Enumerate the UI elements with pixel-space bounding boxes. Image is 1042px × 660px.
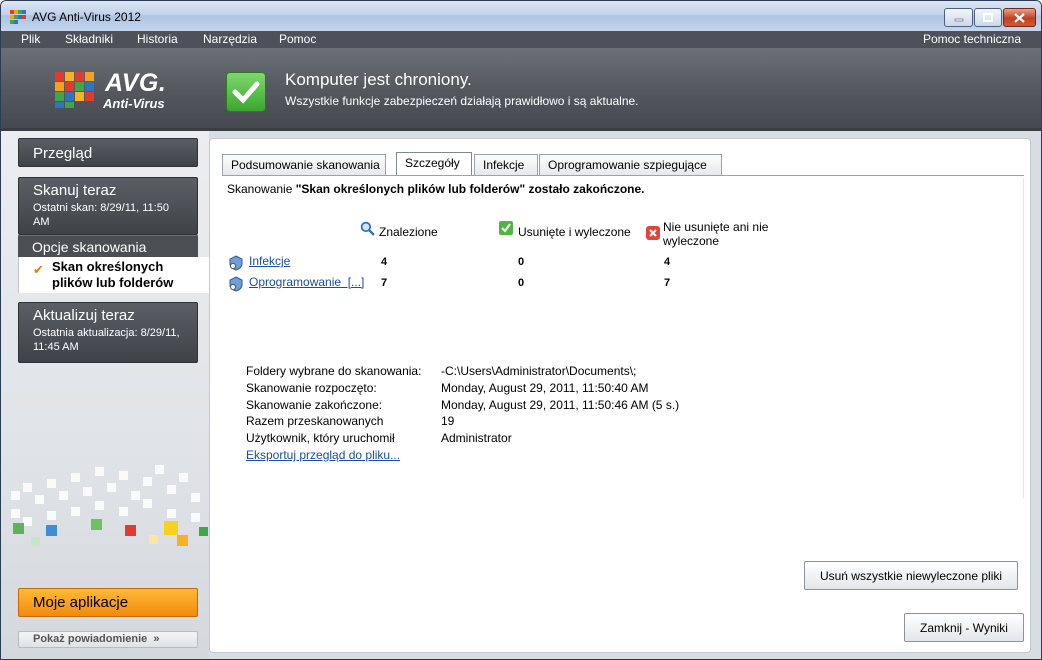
spyware-found: 7 <box>381 277 388 289</box>
scan-message-name: "Skan określonych plików lub folderów" z… <box>295 182 645 196</box>
protected-check-icon <box>226 72 266 112</box>
minimize-icon <box>954 18 963 21</box>
show-notification-toggle[interactable]: Pokaż powiadomienie » <box>18 631 198 648</box>
column-found-label: Znalezione <box>379 225 438 239</box>
menu-item-narzedzia[interactable]: Narzędzia <box>203 32 257 46</box>
decorative-tiles <box>11 465 208 546</box>
column-not-removed-label: Nie usunięte ani nie wyleczone <box>663 220 769 248</box>
folders-label: Foldery wybrane do skanowania: <box>246 364 422 378</box>
sidebar-item-update-now[interactable]: Aktualizuj teraz Ostatnia aktualizacja: … <box>18 302 198 363</box>
sidebar-item-scan-selected-files[interactable]: ✔ Skan określonych plików lub folderów <box>18 257 209 293</box>
scan-message-prefix: Skanowanie <box>227 182 296 196</box>
spyware-link[interactable]: Oprogramowanie [...] <box>249 275 364 289</box>
tab-underline <box>222 175 1024 176</box>
title-bar: AVG Anti-Virus 2012 <box>1 1 1041 31</box>
maximize-icon <box>983 13 993 22</box>
folders-value: -C:\Users\Administrator\Documents\; <box>441 364 637 378</box>
window-title: AVG Anti-Virus 2012 <box>32 10 141 24</box>
menu-item-plik[interactable]: Plik <box>21 32 40 46</box>
selected-scan-label: Skan określonych plików lub folderów <box>52 259 174 290</box>
green-check-icon <box>499 221 513 235</box>
menu-item-skladniki[interactable]: Składniki <box>65 32 113 46</box>
logo-text: AVG. <box>105 69 167 97</box>
spyware-icon <box>229 276 243 292</box>
remove-uncured-button[interactable]: Usuń wszystkie niewyleczone pliki <box>804 561 1018 590</box>
red-x-icon <box>646 226 660 240</box>
total-label: Razem przeskanowanych <box>246 414 384 428</box>
infections-not-removed: 4 <box>664 256 671 268</box>
magnifier-icon <box>360 221 375 236</box>
spyware-removed: 0 <box>518 277 525 289</box>
tab-scan-summary[interactable]: Podsumowanie skanowania <box>222 154 386 175</box>
tab-details[interactable]: Szczegóły <box>396 152 472 175</box>
show-notification-label: Pokaż powiadomienie <box>33 633 148 645</box>
export-summary-link[interactable]: Eksportuj przegląd do pliku... <box>246 447 400 464</box>
scan-now-label: Skanuj teraz <box>33 182 117 199</box>
last-update-text: Ostatnia aktualizacja: 8/29/11, 11:45 AM <box>33 327 180 353</box>
tab-spyware[interactable]: Oprogramowanie szpiegujące <box>539 154 722 175</box>
checkmark-icon: ✔ <box>33 262 44 277</box>
column-removed-label: Usunięte i wyleczone <box>518 225 631 239</box>
last-scan-text: Ostatni skan: 8/29/11, 11:50 AM <box>33 202 169 228</box>
close-icon <box>1014 12 1025 23</box>
close-window-button[interactable] <box>1003 8 1036 27</box>
infections-removed: 0 <box>518 256 525 268</box>
panel-edge <box>1023 179 1024 499</box>
infection-icon <box>229 255 243 271</box>
started-label: Skanowanie rozpoczęto: <box>246 381 377 395</box>
app-window: AVG Anti-Virus 2012 Plik Składniki Histo… <box>0 0 1042 660</box>
minimize-button[interactable] <box>944 8 973 27</box>
header-banner: AVG. Anti-Virus Komputer jest chroniony.… <box>1 48 1041 131</box>
spyware-not-removed: 7 <box>664 277 671 289</box>
status-subtitle: Wszystkie funkcje zabezpieczeń działają … <box>285 94 639 108</box>
menu-item-pomoc[interactable]: Pomoc <box>279 32 316 46</box>
sidebar: Przegląd Skanuj teraz Ostatni skan: 8/29… <box>1 131 209 659</box>
support-link[interactable]: Pomoc techniczna <box>923 32 1021 46</box>
avg-app-icon <box>10 10 26 24</box>
sidebar-item-overview[interactable]: Przegląd <box>18 138 198 167</box>
avg-logo-mark <box>55 72 94 108</box>
menu-bar: Plik Składniki Historia Narzędzia Pomoc … <box>1 31 1041 48</box>
chevron-down-icon: » <box>153 633 160 645</box>
finished-label: Skanowanie zakończone: <box>246 398 383 412</box>
infections-found: 4 <box>381 256 388 268</box>
close-results-button[interactable]: Zamknij - Wyniki <box>904 613 1024 642</box>
avg-logo: AVG. Anti-Virus <box>53 69 173 116</box>
started-value: Monday, August 29, 2011, 11:50:40 AM <box>441 381 649 395</box>
sidebar-item-scan-now[interactable]: Skanuj teraz Ostatni skan: 8/29/11, 11:5… <box>18 177 198 235</box>
scan-completed-message: Skanowanie "Skan określonych plików lub … <box>227 182 645 196</box>
total-value: 19 <box>441 414 455 428</box>
maximize-button[interactable] <box>974 8 1002 27</box>
update-now-label: Aktualizuj teraz <box>33 307 135 324</box>
logo-subtext: Anti-Virus <box>103 96 165 111</box>
my-apps-button[interactable]: Moje aplikacje <box>18 588 198 617</box>
tab-infections[interactable]: Infekcje <box>474 154 538 175</box>
user-label: Użytkownik, który uruchomił <box>246 431 395 445</box>
user-value: Administrator <box>441 431 512 445</box>
sidebar-item-scan-options[interactable]: Opcje skanowania <box>18 235 198 257</box>
menu-item-historia[interactable]: Historia <box>137 32 178 46</box>
status-title: Komputer jest chroniony. <box>285 70 472 89</box>
content-panel: Podsumowanie skanowania Szczegóły Infekc… <box>209 138 1031 653</box>
finished-value: Monday, August 29, 2011, 11:50:46 AM (5 … <box>441 398 680 412</box>
infections-link[interactable]: Infekcje <box>249 254 290 268</box>
